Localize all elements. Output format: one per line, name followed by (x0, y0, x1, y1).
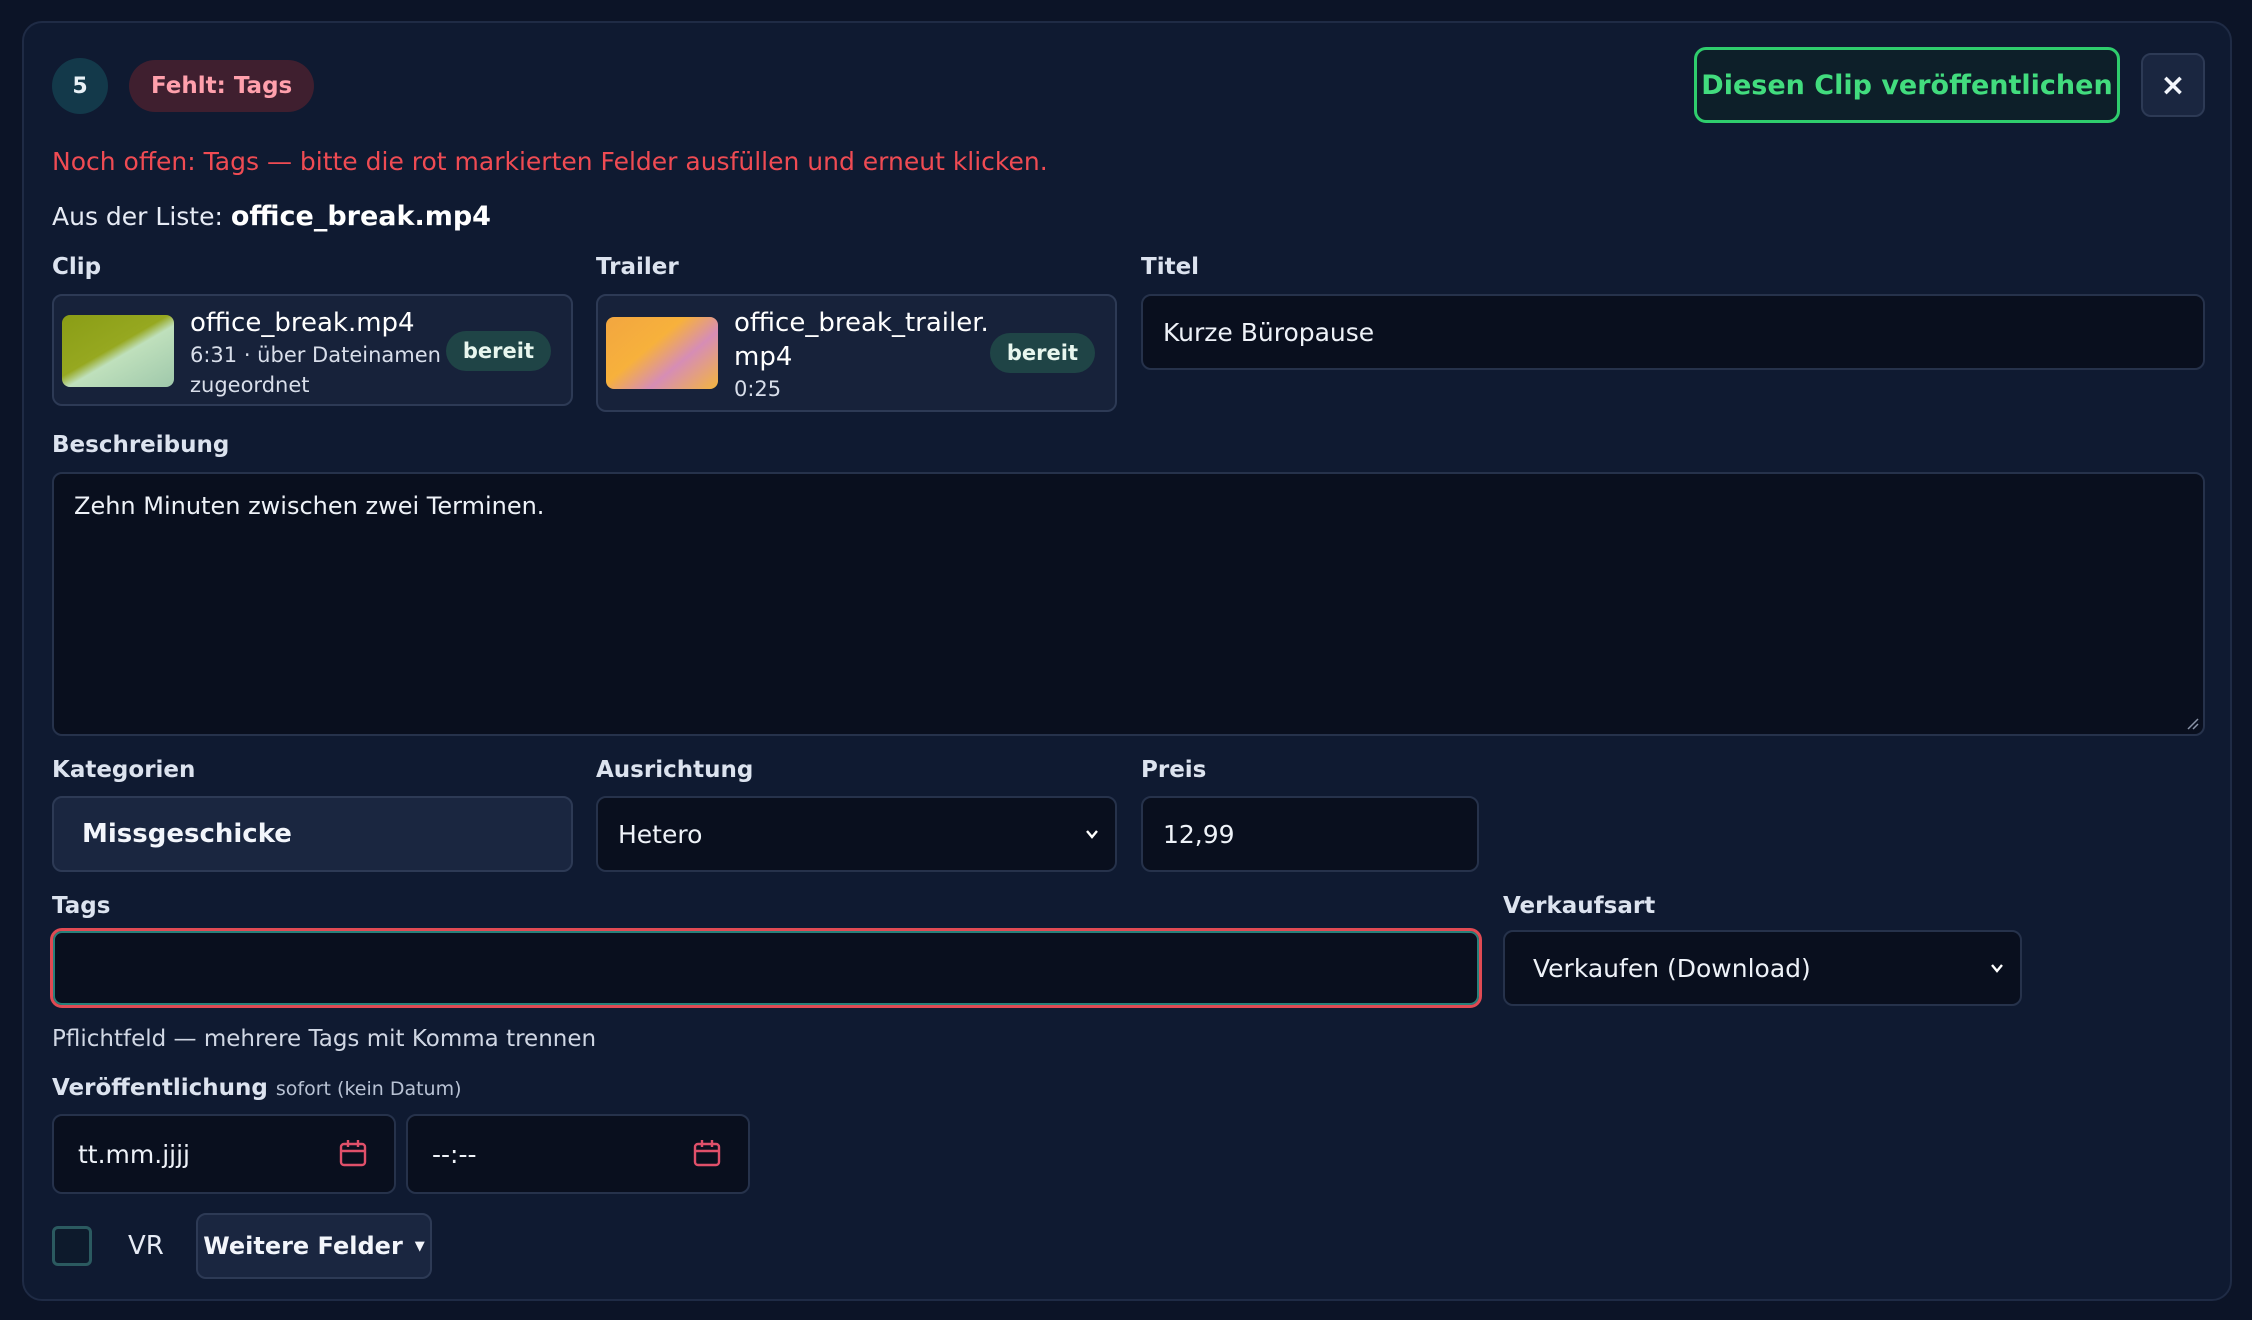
sale-type-label: Verkaufsart (1503, 893, 1656, 919)
time-placeholder: --:-- (432, 1139, 477, 1169)
vr-checkbox[interactable] (52, 1226, 92, 1266)
sale-type-value: Verkaufen (Download) (1533, 953, 1811, 983)
clip-thumbnail (62, 315, 174, 387)
sale-type-select[interactable]: Verkaufen (Download) (1503, 930, 2022, 1006)
categories-selector[interactable]: Missgeschicke (52, 796, 573, 872)
source-filename: office_break.mp4 (230, 201, 491, 232)
more-fields-label: Weitere Felder (203, 1232, 403, 1260)
clip-label: Clip (52, 254, 102, 280)
clip-editor-card: 5 Fehlt: Tags Diesen Clip veröffentliche… (22, 21, 2232, 1301)
step-number-badge: 5 (52, 58, 108, 114)
title-input[interactable]: Kurze Büropause (1141, 294, 2205, 370)
chevron-down-icon (1086, 830, 1098, 839)
publication-label: Veröffentlichung (52, 1075, 268, 1101)
tags-input[interactable] (50, 928, 1482, 1008)
description-label: Beschreibung (52, 432, 230, 458)
trailer-status-badge: bereit (989, 333, 1095, 373)
more-fields-button[interactable]: Weitere Felder ▼ (196, 1213, 432, 1279)
trailer-duration: 0:25 (734, 377, 782, 401)
vr-label: VR (128, 1231, 164, 1261)
price-input[interactable]: 12,99 (1141, 796, 1479, 872)
tags-label: Tags (52, 893, 111, 919)
resize-grip-icon[interactable] (2185, 716, 2199, 730)
price-label: Preis (1141, 757, 1207, 783)
publication-sublabel: sofort (kein Datum) (275, 1078, 462, 1100)
missing-fields-badge: Fehlt: Tags (129, 60, 315, 112)
date-placeholder: tt.mm.jjjj (78, 1139, 190, 1169)
calendar-icon[interactable] (338, 1138, 368, 1168)
tags-hint: Pflichtfeld — mehrere Tags mit Komma tre… (52, 1026, 597, 1052)
trailer-file-name-line1: office_break_trailer. (734, 308, 989, 338)
title-label: Titel (1141, 254, 1200, 280)
calendar-icon[interactable] (692, 1138, 722, 1168)
description-text: Zehn Minuten zwischen zwei Terminen. (74, 492, 545, 520)
validation-error-message: Noch offen: Tags — bitte die rot markier… (52, 147, 1048, 176)
categories-label: Kategorien (52, 757, 196, 783)
trailer-thumbnail (606, 317, 718, 389)
close-icon: × (2160, 67, 2186, 103)
trailer-label: Trailer (596, 254, 679, 280)
source-line: Aus der Liste: office_break.mp4 (52, 201, 491, 232)
orientation-value: Hetero (618, 819, 703, 849)
clip-meta-line1: 6:31 · über Dateinamen (190, 343, 441, 367)
publication-label-row: Veröffentlichung sofort (kein Datum) (52, 1075, 462, 1101)
chevron-down-icon (1991, 964, 2003, 973)
clip-status-badge: bereit (445, 331, 551, 371)
clip-file-name: office_break.mp4 (190, 308, 415, 338)
caret-down-icon: ▼ (414, 1238, 425, 1254)
clip-meta-line2: zugeordnet (190, 373, 310, 397)
clip-file-card[interactable]: office_break.mp4 6:31 · über Dateinamen … (52, 294, 573, 406)
orientation-select[interactable]: Hetero (596, 796, 1117, 872)
trailer-file-name-line2: mp4 (734, 342, 793, 372)
orientation-label: Ausrichtung (596, 757, 754, 783)
source-prefix: Aus der Liste: (52, 202, 231, 231)
publication-date-input[interactable]: tt.mm.jjjj (52, 1114, 396, 1194)
close-button[interactable]: × (2141, 53, 2205, 117)
description-textarea[interactable]: Zehn Minuten zwischen zwei Terminen. (52, 472, 2205, 736)
publish-clip-button[interactable]: Diesen Clip veröffentlichen (1694, 47, 2120, 123)
publication-time-input[interactable]: --:-- (406, 1114, 750, 1194)
trailer-file-card[interactable]: office_break_trailer. mp4 0:25 bereit (596, 294, 1117, 412)
